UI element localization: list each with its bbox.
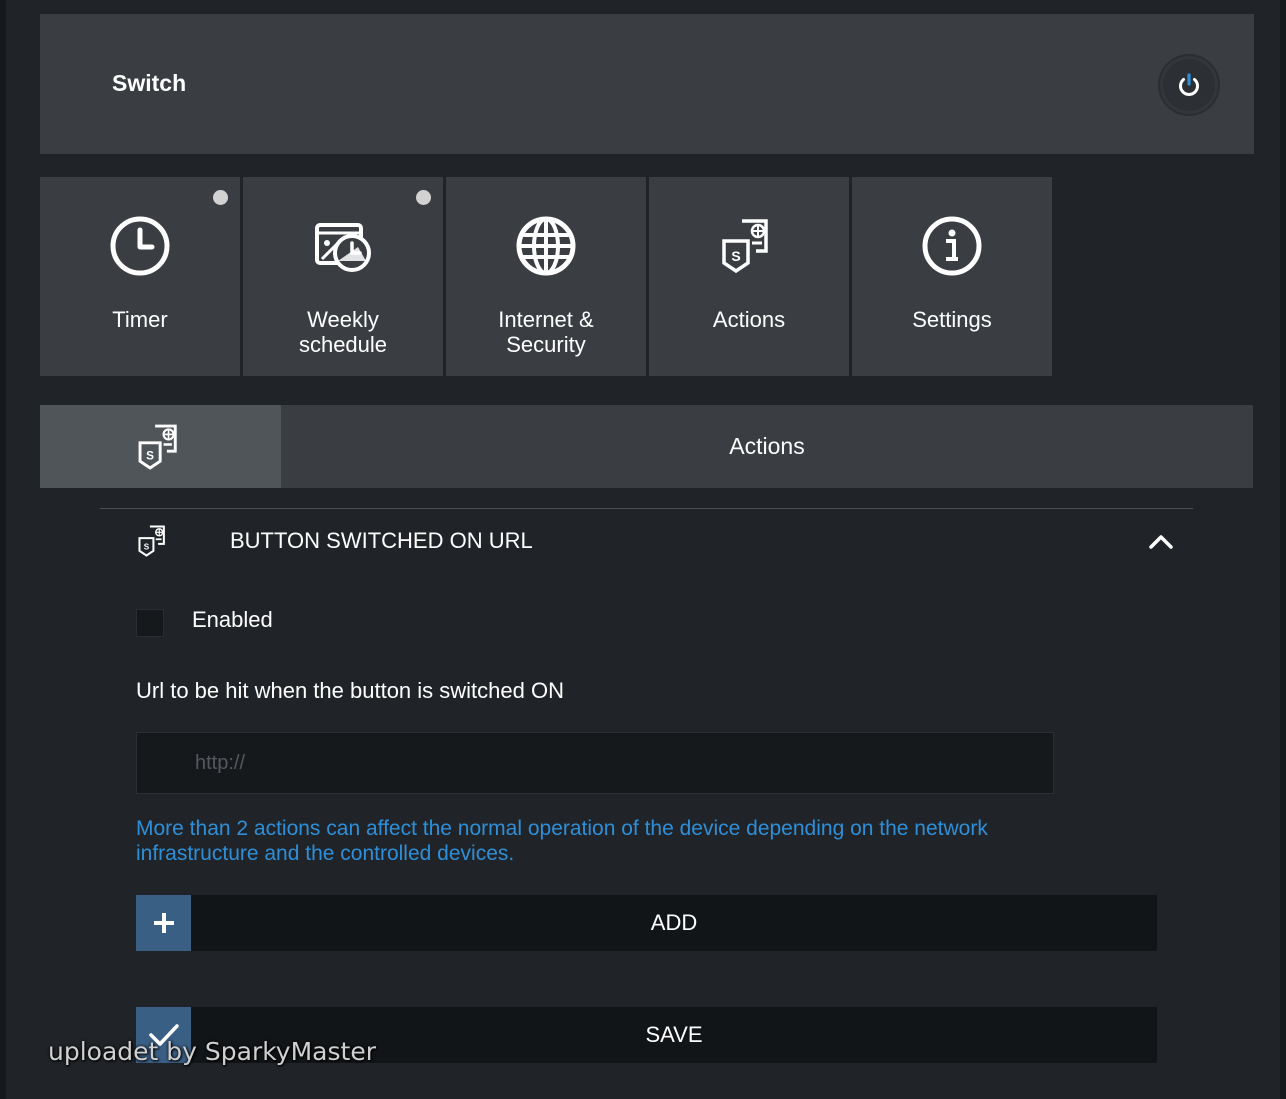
tile-actions[interactable]: S Actions: [649, 177, 849, 376]
tile-settings[interactable]: Settings: [852, 177, 1052, 376]
power-icon: [1179, 73, 1199, 96]
tile-label: Timer: [112, 307, 168, 332]
feature-tiles: Timer Weekly schedule Internet & Securit…: [40, 177, 1052, 376]
svg-text:S: S: [144, 543, 150, 552]
tile-label: Actions: [712, 307, 786, 332]
tile-weekly-schedule[interactable]: Weekly schedule: [243, 177, 443, 376]
globe-icon: [516, 216, 576, 276]
header-bar: Switch: [40, 14, 1254, 154]
page-title: Switch: [112, 70, 187, 96]
tile-label: Weekly schedule: [298, 307, 388, 357]
tile-timer[interactable]: Timer: [40, 177, 240, 376]
svg-text:S: S: [146, 449, 154, 462]
url-label: Url to be hit when the button is switche…: [136, 678, 564, 703]
divider: [100, 508, 1193, 509]
actions-icon: S: [722, 219, 768, 274]
watermark-text: uploadet by SparkyMaster: [48, 1037, 376, 1066]
section-bar: S Actions: [40, 405, 1253, 488]
actions-icon: S: [138, 525, 165, 557]
add-button[interactable]: ADD: [136, 895, 1157, 951]
indicator-dot: [416, 190, 431, 205]
panel-title: BUTTON SWITCHED ON URL: [230, 528, 533, 553]
power-button[interactable]: [1160, 56, 1218, 114]
tile-internet-security[interactable]: Internet & Security: [446, 177, 646, 376]
plus-icon: [136, 895, 191, 951]
calendar-icon: [315, 223, 371, 272]
actions-icon: S: [138, 424, 177, 470]
section-title: Actions: [729, 433, 805, 459]
indicator-dot: [213, 190, 228, 205]
notice-text: More than 2 actions can affect the norma…: [136, 817, 988, 865]
tile-label: Settings: [912, 307, 992, 332]
section-icon-box: S: [40, 405, 281, 488]
info-icon: [922, 216, 982, 276]
tile-label: Internet & Security: [498, 307, 594, 357]
url-input[interactable]: [136, 732, 1054, 794]
enabled-label: Enabled: [192, 607, 273, 632]
add-button-label: ADD: [650, 910, 698, 935]
clock-icon: [110, 216, 170, 276]
enabled-checkbox[interactable]: [136, 609, 164, 637]
chevron-up-icon[interactable]: [1145, 526, 1177, 558]
svg-text:S: S: [731, 248, 740, 264]
